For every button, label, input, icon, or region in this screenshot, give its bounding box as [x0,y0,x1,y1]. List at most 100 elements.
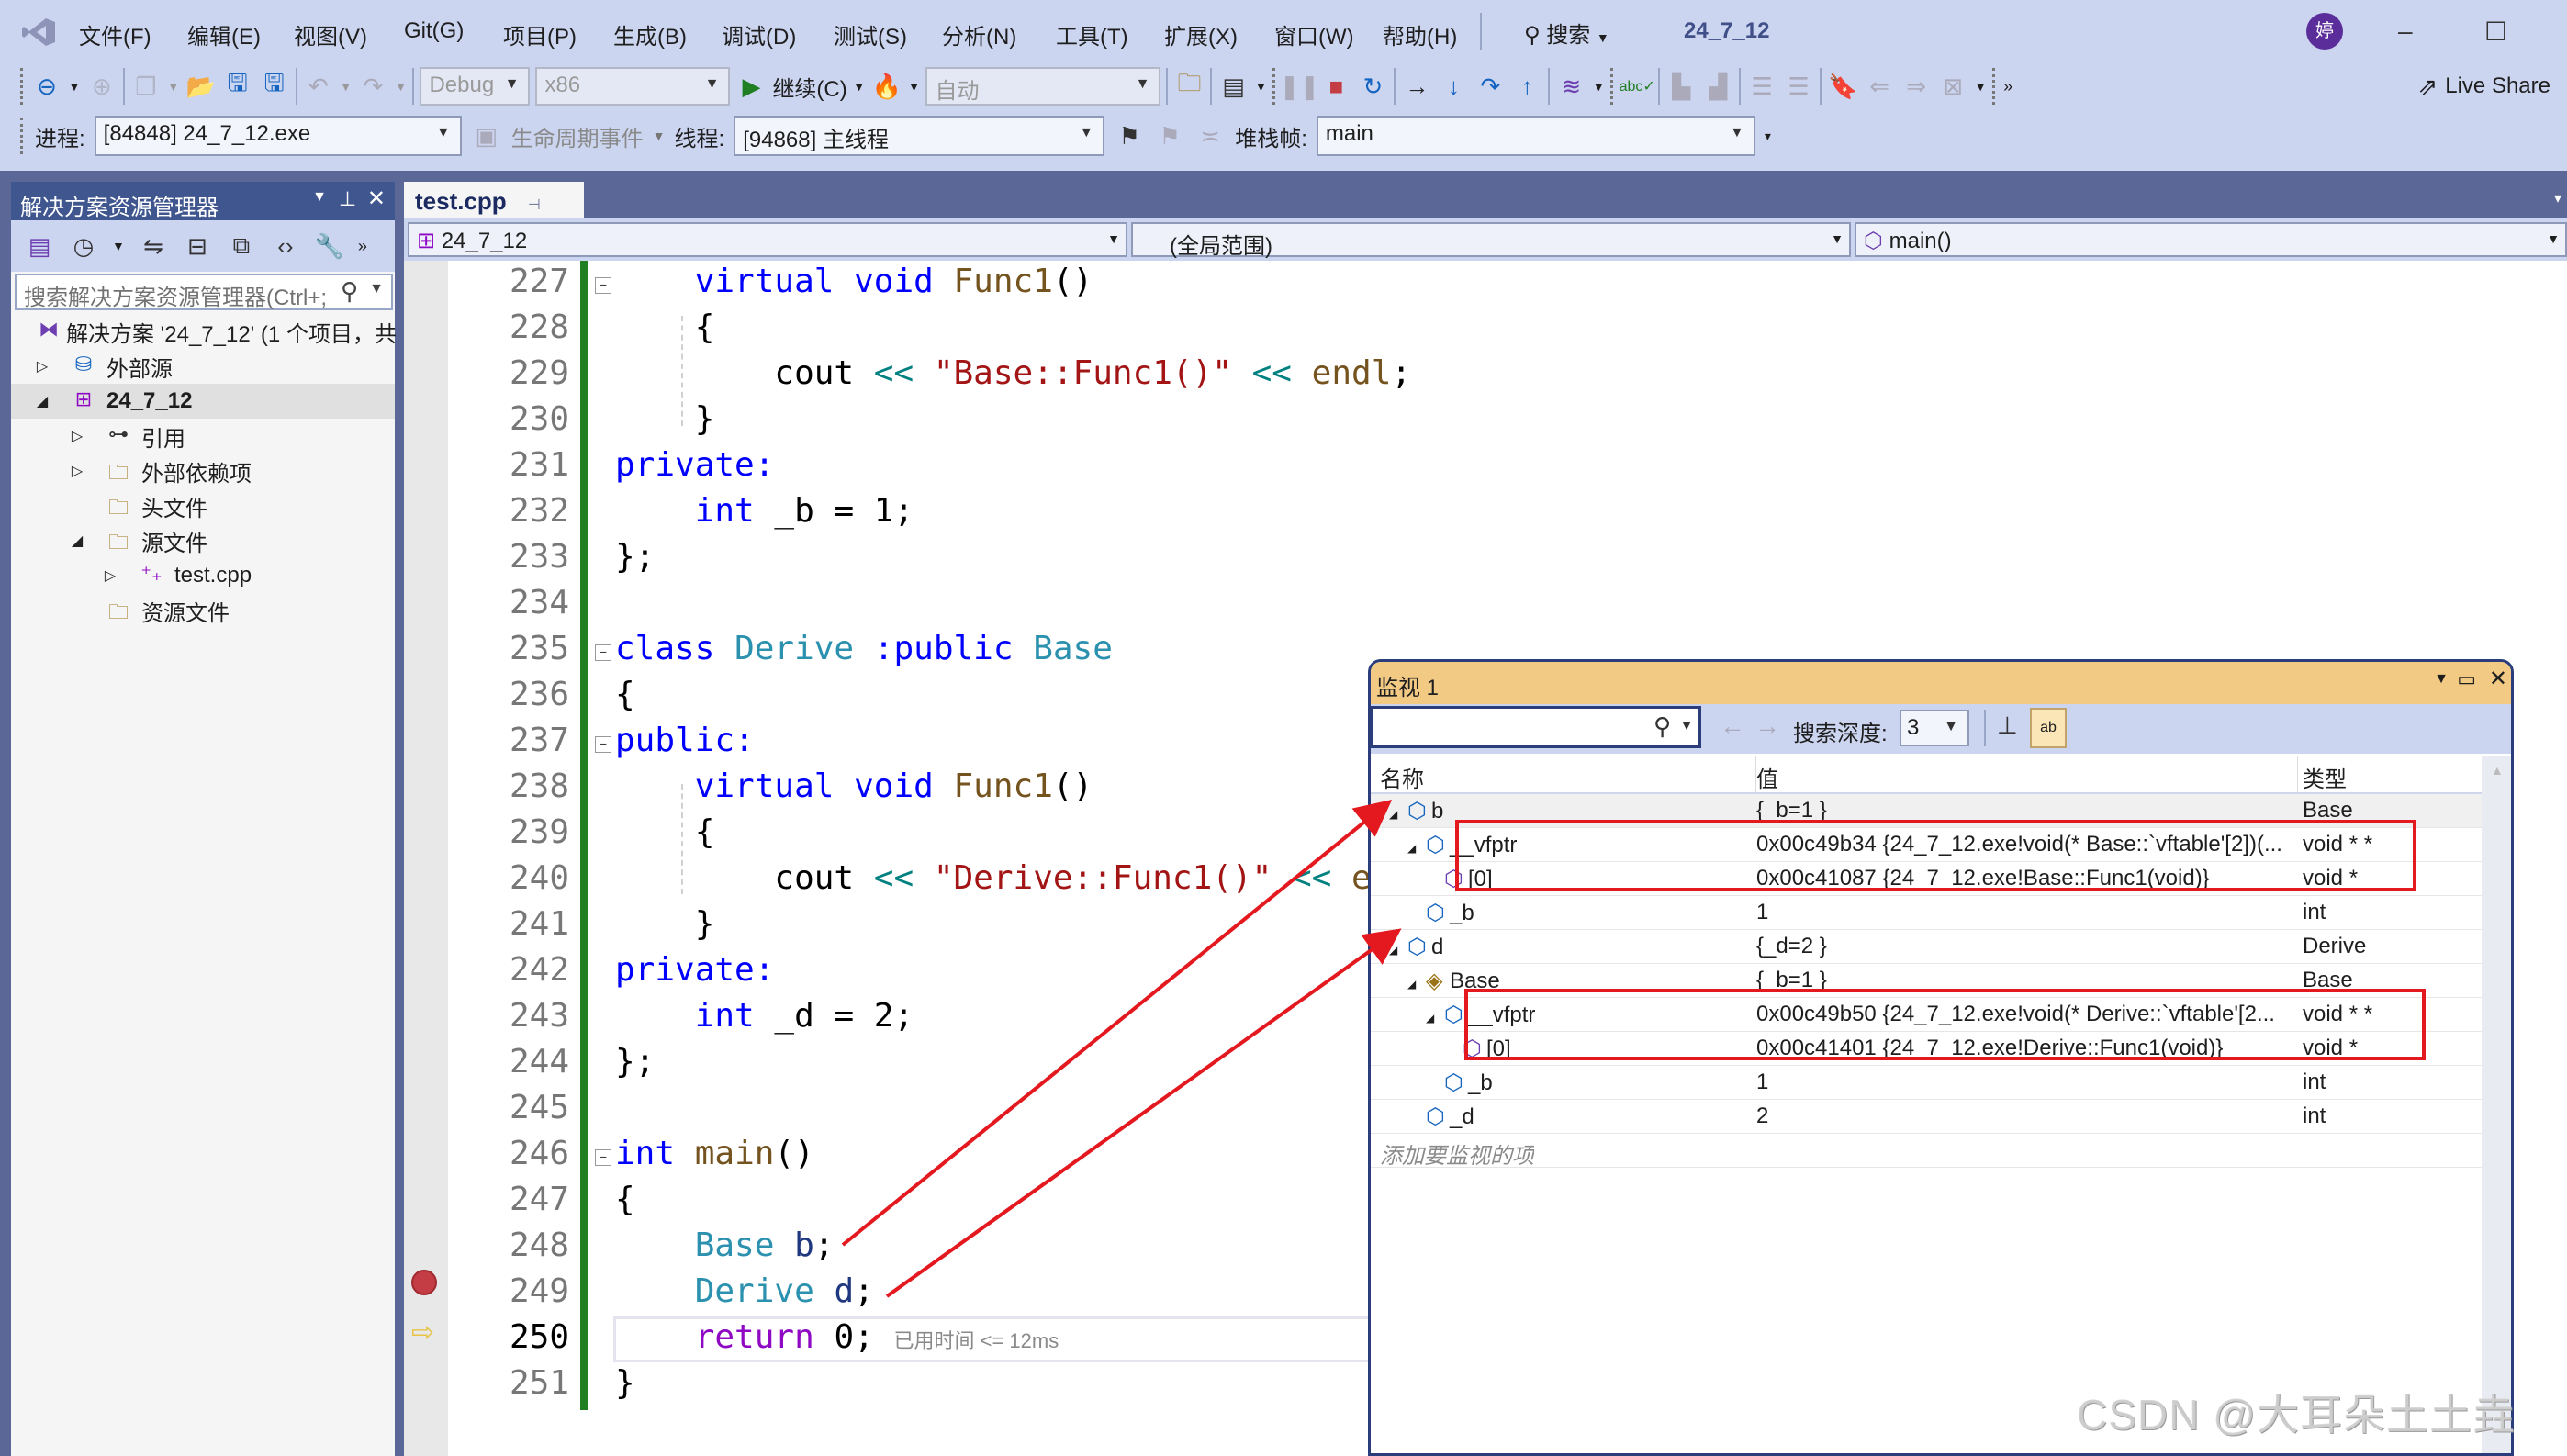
chevron-down-icon[interactable]: ▼ [653,129,666,143]
show-all-files-icon[interactable]: ⧉ [226,230,257,262]
hex-display-icon[interactable]: ≋ [1555,71,1586,102]
flag-all-threads-icon[interactable]: ⚑ [1154,120,1185,151]
chevron-down-icon[interactable]: ▼ [395,79,408,94]
menu-tools[interactable]: 工具(T) [1056,18,1128,50]
menu-test[interactable]: 测试(S) [834,18,907,50]
stackframe-combo[interactable]: main ▼ [1316,116,1755,156]
search-next-icon[interactable]: → [1754,711,1780,741]
clear-bookmarks-icon[interactable]: ⊠ [1937,71,1968,102]
stop-icon[interactable]: ■ [1320,71,1351,102]
scroll-up-icon[interactable]: ▲ [2491,763,2504,778]
live-share-button[interactable]: ⇗ Live Share [2417,73,2550,101]
chevron-down-icon[interactable]: ▼ [340,79,353,94]
collapse-icon[interactable]: ◢ [1389,808,1407,821]
account-avatar[interactable]: 婷 [2306,13,2343,50]
restart-icon[interactable]: ↻ [1357,71,1388,102]
application-insights-icon[interactable]: ▤ [1217,71,1249,102]
flag-thread-icon[interactable]: ⚑ [1114,120,1145,151]
watch-row[interactable]: ⬡ _d 2 int [1371,1100,2482,1134]
collapse-icon[interactable]: ◢ [1389,944,1407,957]
toolbar-grip[interactable] [1992,68,1998,105]
tree-item-references[interactable]: ▷ ⊶ 引用 [11,419,395,454]
tree-item-project[interactable]: ◢ ⊞ 24_7_12 [11,384,395,419]
navigate-back-icon[interactable]: ⊖ [31,71,62,102]
column-header-name[interactable]: 名称 [1371,756,1756,792]
step-out-icon[interactable]: ↑ [1511,71,1542,102]
watch-titlebar[interactable]: 监视 1 ▼ ▭ ✕ [1371,662,2511,704]
lifecycle-events-button[interactable]: 生命周期事件 [511,120,644,152]
menu-extensions[interactable]: 扩展(X) [1164,18,1238,50]
toolbar-grip[interactable] [20,118,26,154]
undo-icon[interactable]: ↶ [303,71,334,102]
next-bookmark-icon[interactable]: ⇒ [1900,71,1932,102]
pending-changes-filter-icon[interactable]: ◷ [68,230,99,262]
platform-combo[interactable]: x86 ▼ [535,67,731,106]
chevron-down-icon[interactable]: ▼ [167,79,180,94]
search-icon[interactable]: ⚲ [1653,712,1671,741]
toolbar-overflow-icon[interactable]: » [2003,77,2012,96]
column-header-type[interactable]: 类型 [2293,756,2482,792]
toolbar-options-icon[interactable]: ▾ [1765,129,1771,144]
solution-search-input[interactable]: 搜索解决方案资源管理器(Ctrl+; ⚲ ▼ [15,274,393,310]
tree-item-external-deps[interactable]: ▷ 🗀 外部依赖项 [11,454,395,488]
breakpoint-icon[interactable] [411,1270,437,1295]
continue-play-icon[interactable]: ▶ [735,71,767,102]
collapse-icon[interactable]: ◢ [68,532,86,550]
hot-reload-icon[interactable]: 🔥 [871,71,902,102]
collapse-all-icon[interactable]: ⊟ [182,230,213,262]
expand-icon[interactable]: ▷ [68,427,86,445]
menu-debug[interactable]: 调试(D) [722,18,796,50]
indent-icon[interactable]: ☰ [1783,71,1814,102]
search-menu[interactable]: ⚲ 搜索 ▼ [1524,17,1609,49]
redo-icon[interactable]: ↷ [358,71,389,102]
chevron-down-icon[interactable]: ▼ [908,79,921,94]
collapse-icon[interactable]: ◢ [1407,842,1426,855]
panel-menu-icon[interactable]: ▼ [312,189,327,206]
scope-nav-combo[interactable]: (全局范围) ▼ [1131,222,1851,259]
show-threads-in-source-icon[interactable]: ≍ [1194,120,1226,151]
pin-icon[interactable]: ⊥ [339,187,356,211]
watch-row[interactable]: ⬡ _b 1 int [1371,1066,2482,1100]
step-into-icon[interactable]: ↓ [1438,71,1469,102]
toolbar-overflow-icon[interactable]: » [358,237,367,256]
thread-combo[interactable]: [94868] 主线程 ▼ [734,116,1105,156]
chevron-down-icon[interactable]: ▼ [853,79,866,94]
new-project-icon[interactable]: ❐ [130,71,162,102]
pin-tab-icon[interactable]: ⊣ [528,197,541,213]
save-icon[interactable]: 🖫 [222,69,253,102]
column-header-value[interactable]: 值 [1747,756,2298,792]
menu-edit[interactable]: 编辑(E) [187,18,261,50]
menu-help[interactable]: 帮助(H) [1383,18,1457,50]
maximize-icon[interactable]: ▭ [2457,667,2476,691]
lifecycle-events-icon[interactable]: ▣ [471,120,502,151]
tree-item-test-cpp[interactable]: ▷ ⁺₊ test.cpp [11,558,395,593]
expand-icon[interactable]: ▷ [33,357,51,375]
sync-active-document-icon[interactable]: ⇋ [138,230,169,262]
open-folder-icon[interactable]: 📂 [185,71,217,102]
menu-view[interactable]: 视图(V) [294,18,367,50]
menu-git[interactable]: Git(G) [404,18,464,44]
chevron-down-icon[interactable]: ▼ [1680,718,1693,733]
process-combo[interactable]: [84848] 24_7_12.exe ▼ [94,116,462,156]
pin-icon[interactable]: ⊥ [1997,711,2018,740]
minimize-button[interactable]: – [2398,17,2413,46]
search-icon[interactable]: ⚲ [341,277,358,306]
properties-wrench-icon[interactable]: 🔧 [314,230,345,262]
watch-row[interactable]: ◢ ⬡ d {_d=2 } Derive [1371,930,2482,964]
collapse-icon[interactable]: ◢ [1407,978,1426,991]
hex-view-toggle-icon[interactable]: ab [2030,708,2067,748]
close-icon[interactable]: ✕ [367,185,386,212]
show-next-statement-icon[interactable]: → [1401,71,1432,102]
auto-combo[interactable]: 自动 ▼ [925,67,1161,106]
window-menu-icon[interactable]: ▼ [2434,671,2449,688]
fold-toggle-icon[interactable]: − [595,644,611,661]
tree-item-resource-files[interactable]: 🗀 资源文件 [11,593,395,628]
add-watch-item-input[interactable]: 添加要监视的项 [1371,1134,2482,1169]
menu-window[interactable]: 窗口(W) [1274,18,1354,50]
menu-file[interactable]: 文件(F) [79,18,151,50]
find-in-files-icon[interactable]: 🗀 [1173,69,1205,102]
tree-item-external-sources[interactable]: ▷ ⛁ 外部源 [11,349,395,384]
member-nav-combo[interactable]: ⬡ main() ▼ [1855,222,2567,257]
collapse-icon[interactable]: ◢ [33,392,51,410]
watch-search-input[interactable]: ⚲ ▼ [1371,706,1701,748]
